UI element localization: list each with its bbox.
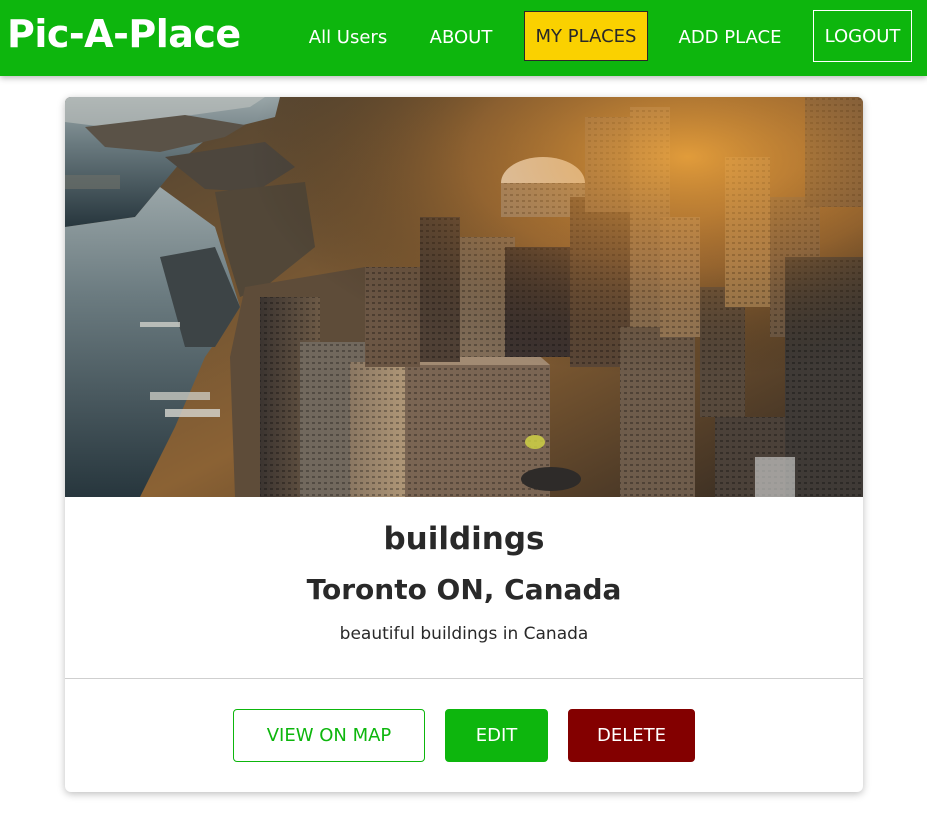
place-address: Toronto ON, Canada <box>306 573 622 606</box>
view-on-map-button[interactable]: VIEW ON MAP <box>233 709 425 762</box>
nav-all-users[interactable]: All Users <box>296 12 400 62</box>
nav-links: All Users ABOUT MY PLACES ADD PLACE LOGO… <box>0 0 927 76</box>
place-photo <box>65 97 863 497</box>
nav-add-place[interactable]: ADD PLACE <box>666 12 794 62</box>
nav-about[interactable]: ABOUT <box>415 12 507 62</box>
place-title: buildings <box>383 521 545 557</box>
place-info: buildings Toronto ON, Canada beautiful b… <box>65 497 863 678</box>
delete-button[interactable]: DELETE <box>568 709 695 762</box>
main-navigation: Pic-A-Place All Users ABOUT MY PLACES AD… <box>0 0 927 76</box>
edit-button[interactable]: EDIT <box>445 709 548 762</box>
place-card: buildings Toronto ON, Canada beautiful b… <box>65 97 863 792</box>
nav-logout[interactable]: LOGOUT <box>813 10 912 62</box>
place-description: beautiful buildings in Canada <box>339 624 589 644</box>
nav-my-places[interactable]: MY PLACES <box>524 11 648 61</box>
place-actions: VIEW ON MAP EDIT DELETE <box>65 679 863 792</box>
